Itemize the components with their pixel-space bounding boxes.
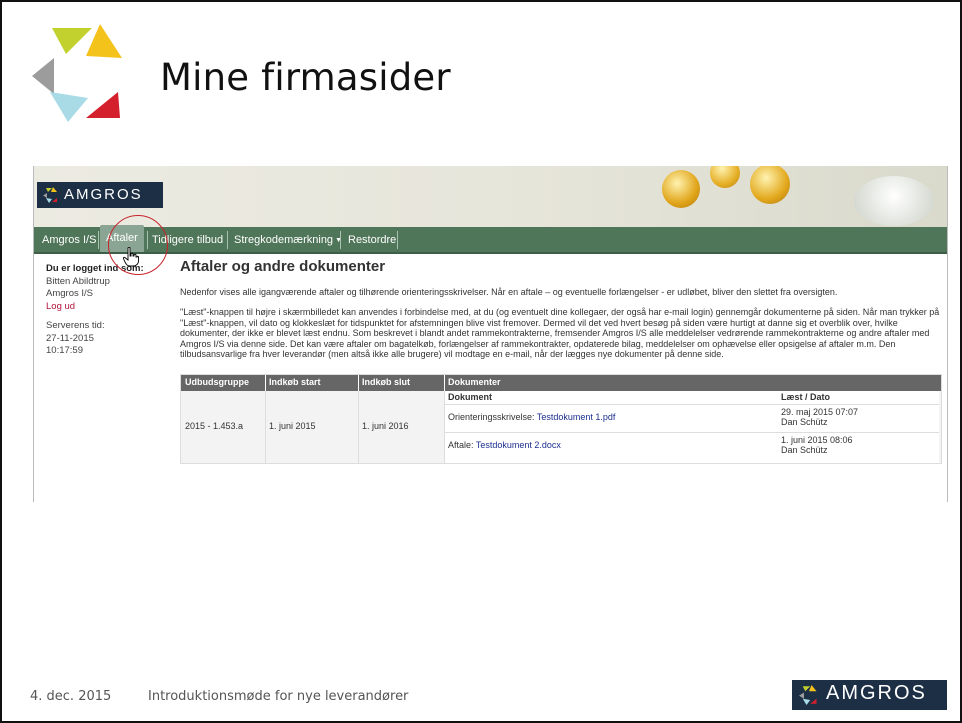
nav-stregkodemaerkning-label: Stregkodemærkning <box>234 234 334 246</box>
read-date: 29. maj 2015 07:07 <box>781 407 859 417</box>
slide-title: Mine firmasider <box>160 56 451 99</box>
nav-separator <box>98 231 99 249</box>
main-content: Aftaler og andre dokumenter Nedenfor vis… <box>180 258 940 359</box>
decorative-capsule <box>710 166 740 188</box>
document-type: Orienteringsskrivelse: <box>448 412 535 422</box>
server-time: 10:17:59 <box>46 345 83 356</box>
footer-date: 4. dec. 2015 <box>30 689 112 704</box>
table-row: 2015 - 1.453.a 1. juni 2015 1. juni 2016… <box>181 391 941 463</box>
decorative-capsule <box>662 170 700 208</box>
col-header-dokumenter: Dokumenter <box>448 377 501 387</box>
decorative-capsule <box>750 166 790 204</box>
col-header-udbudsgruppe: Udbudsgruppe <box>185 377 249 387</box>
logout-link[interactable]: Log ud <box>46 301 166 314</box>
user-name: Bitten Abildtrup <box>46 275 110 287</box>
website-screenshot: AMGROS Amgros I/S Aftaler Tidligere tilb… <box>33 166 948 502</box>
cell-udbudsgruppe: 2015 - 1.453.a <box>185 421 244 431</box>
amgros-mark-icon <box>799 685 817 705</box>
nav-separator <box>340 231 341 249</box>
col-header-indkob-start: Indkøb start <box>269 377 321 387</box>
server-time-label: Serverens tid: <box>46 320 105 331</box>
amgros-mark-icon <box>43 187 57 203</box>
documents-cell: Dokument Læst / Dato Orienteringsskrivel… <box>445 391 939 463</box>
sidebar: Du er logget ind som: Bitten Abildtrup A… <box>46 263 166 358</box>
read-by: Dan Schütz <box>781 417 828 427</box>
nav-stregkodemaerkning[interactable]: Stregkodemærkning ▼ <box>234 227 342 252</box>
table-header: Udbudsgruppe Indkøb start Indkøb slut Do… <box>181 375 941 391</box>
amgros-triangles-logo <box>32 24 122 122</box>
nav-amgros[interactable]: Amgros I/S <box>42 227 96 252</box>
agreements-table: Udbudsgruppe Indkøb start Indkøb slut Do… <box>180 374 942 464</box>
site-logo[interactable]: AMGROS <box>37 182 163 208</box>
cell-indkob-start: 1. juni 2015 <box>269 421 316 431</box>
site-banner: AMGROS <box>34 166 947 227</box>
footer-logo-text: AMGROS <box>826 682 927 704</box>
read-date: 1. juni 2015 08:06 <box>781 435 853 445</box>
main-navigation: Amgros I/S Aftaler Tidligere tilbud Stre… <box>34 225 947 254</box>
nav-separator <box>397 231 398 249</box>
description-text: "Læst"-knappen til højre i skærmbilledet… <box>180 307 940 359</box>
decorative-pill <box>854 176 934 226</box>
subheader-laest-dato: Læst / Dato <box>781 392 831 402</box>
company-name: Amgros I/S <box>46 288 93 299</box>
document-type: Aftale: <box>448 440 474 450</box>
site-logo-text: AMGROS <box>64 186 143 203</box>
server-date: 27-11-2015 <box>46 332 94 344</box>
col-header-indkob-slut: Indkøb slut <box>362 377 410 387</box>
page-heading: Aftaler og andre dokumenter <box>180 258 386 275</box>
document-link[interactable]: Testdokument 2.docx <box>476 440 561 450</box>
footer-title: Introduktionsmøde for nye leverandører <box>148 689 409 704</box>
document-link[interactable]: Testdokument 1.pdf <box>537 412 616 422</box>
intro-text: Nedenfor vises alle igangværende aftaler… <box>180 287 838 297</box>
read-by: Dan Schütz <box>781 445 828 455</box>
subheader-dokument: Dokument <box>448 392 493 402</box>
cell-indkob-slut: 1. juni 2016 <box>362 421 409 431</box>
nav-restordre[interactable]: Restordre <box>348 227 396 252</box>
hand-pointer-icon <box>123 247 139 267</box>
nav-separator <box>227 231 228 249</box>
footer-logo: AMGROS <box>792 680 947 710</box>
